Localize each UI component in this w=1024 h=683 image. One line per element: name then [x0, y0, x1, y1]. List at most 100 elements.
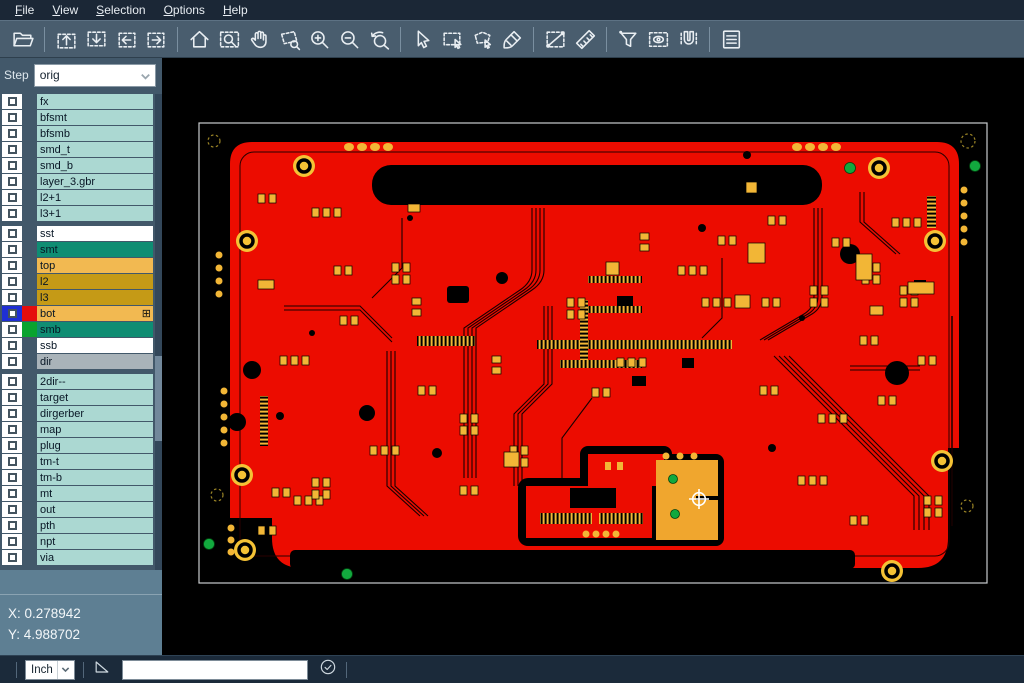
layer-checkbox[interactable] — [2, 502, 22, 517]
layer-row-dirgerber[interactable]: dirgerber — [2, 406, 153, 421]
layer-checkbox[interactable] — [2, 390, 22, 405]
layer-checkbox[interactable] — [2, 354, 22, 369]
layer-row-plug[interactable]: plug — [2, 438, 153, 453]
zoom-previous-button[interactable] — [364, 24, 394, 54]
layer-checkbox[interactable] — [2, 322, 22, 337]
unit-select[interactable]: Inch — [25, 660, 75, 680]
layer-color-swatch — [22, 390, 37, 405]
view-box-button[interactable] — [643, 24, 673, 54]
layer-row-mt[interactable]: mt — [2, 486, 153, 501]
layer-row-target[interactable]: target — [2, 390, 153, 405]
layer-checkbox[interactable] — [2, 518, 22, 533]
select-rect-button[interactable] — [437, 24, 467, 54]
layer-row-tm-b[interactable]: tm-b — [2, 470, 153, 485]
menu-options[interactable]: Options — [155, 1, 214, 19]
grid-icon[interactable]: ⊞ — [142, 309, 151, 319]
select-polygon-button[interactable] — [467, 24, 497, 54]
layer-row-smt[interactable]: smt — [2, 242, 153, 257]
pcb-canvas[interactable] — [162, 58, 1024, 655]
command-input[interactable] — [122, 660, 308, 680]
layer-row-l3p1[interactable]: l3+1 — [2, 206, 153, 221]
layer-checkbox[interactable] — [2, 242, 22, 257]
apply-icon[interactable] — [318, 657, 338, 682]
layer-row-top[interactable]: top — [2, 258, 153, 273]
layer-row-ssb[interactable]: ssb — [2, 338, 153, 353]
open-button[interactable] — [8, 24, 38, 54]
layer-color-swatch — [22, 290, 37, 305]
layer-row-sst[interactable]: sst — [2, 226, 153, 241]
layer-row-l2p1[interactable]: l2+1 — [2, 190, 153, 205]
sidebar-scrollbar[interactable] — [155, 94, 162, 570]
ruler-button[interactable] — [570, 24, 600, 54]
zoom-in-button[interactable] — [304, 24, 334, 54]
layer-checkbox[interactable] — [2, 206, 22, 221]
layer-checkbox[interactable] — [2, 406, 22, 421]
layer-checkbox[interactable] — [2, 190, 22, 205]
layer-checkbox[interactable] — [2, 550, 22, 565]
home-view-button[interactable] — [184, 24, 214, 54]
bottombar-separator — [83, 662, 84, 678]
layer-row-l2[interactable]: l2 — [2, 274, 153, 289]
layer-row-layer_3[interactable]: layer_3.gbr — [2, 174, 153, 189]
layer-checkbox[interactable] — [2, 486, 22, 501]
layer-checkbox[interactable] — [2, 470, 22, 485]
shift-right-button[interactable] — [141, 24, 171, 54]
layer-row-fx[interactable]: fx — [2, 94, 153, 109]
layer-checkbox[interactable] — [2, 338, 22, 353]
shift-left-button[interactable] — [111, 24, 141, 54]
zoom-object-button[interactable] — [274, 24, 304, 54]
select-pointer-button[interactable] — [407, 24, 437, 54]
layer-row-pth[interactable]: pth — [2, 518, 153, 533]
menu-selection[interactable]: Selection — [87, 1, 154, 19]
layer-row-smb[interactable]: smb — [2, 322, 153, 337]
layer-row-bot[interactable]: bot⊞ — [2, 306, 153, 321]
layer-checkbox[interactable] — [2, 274, 22, 289]
layer-color-swatch — [22, 126, 37, 141]
layer-checkbox[interactable] — [2, 306, 22, 321]
layer-row-bfsmb[interactable]: bfsmb — [2, 126, 153, 141]
layer-row-tm-t[interactable]: tm-t — [2, 454, 153, 469]
menu-view[interactable]: View — [43, 1, 87, 19]
layer-row-bfsmt[interactable]: bfsmt — [2, 110, 153, 125]
layer-row-map[interactable]: map — [2, 422, 153, 437]
layer-checkbox[interactable] — [2, 94, 22, 109]
layer-checkbox[interactable] — [2, 258, 22, 273]
layer-row-dir[interactable]: dir — [2, 354, 153, 369]
shift-up-button[interactable] — [51, 24, 81, 54]
layer-checkbox[interactable] — [2, 126, 22, 141]
zoom-out-button[interactable] — [334, 24, 364, 54]
layer-row-smd_t[interactable]: smd_t — [2, 142, 153, 157]
layer-row-npt[interactable]: npt — [2, 534, 153, 549]
layer-color-swatch — [22, 306, 37, 321]
snap-button[interactable] — [673, 24, 703, 54]
layer-row-out[interactable]: out — [2, 502, 153, 517]
layer-row-via[interactable]: via — [2, 550, 153, 565]
layer-checkbox[interactable] — [2, 158, 22, 173]
pan-hand-button[interactable] — [244, 24, 274, 54]
menu-file[interactable]: File — [6, 1, 43, 19]
layer-checkbox[interactable] — [2, 110, 22, 125]
menu-help[interactable]: Help — [214, 1, 257, 19]
step-select[interactable]: orig — [34, 64, 156, 87]
shift-down-button[interactable] — [81, 24, 111, 54]
layer-checkbox[interactable] — [2, 226, 22, 241]
layer-row-2dir[interactable]: 2dir-- — [2, 374, 153, 389]
layer-checkbox[interactable] — [2, 374, 22, 389]
zoom-window-button[interactable] — [214, 24, 244, 54]
layer-color-swatch — [22, 518, 37, 533]
layer-checkbox[interactable] — [2, 454, 22, 469]
corner-measure-icon[interactable] — [92, 657, 112, 682]
layer-checkbox[interactable] — [2, 290, 22, 305]
filter-button[interactable] — [613, 24, 643, 54]
layer-row-l3[interactable]: l3 — [2, 290, 153, 305]
layer-checkbox[interactable] — [2, 174, 22, 189]
scrollbar-thumb[interactable] — [155, 356, 162, 442]
layer-row-smd_b[interactable]: smd_b — [2, 158, 153, 173]
measure-distance-button[interactable] — [540, 24, 570, 54]
layer-checkbox[interactable] — [2, 438, 22, 453]
report-button[interactable] — [716, 24, 746, 54]
layer-checkbox[interactable] — [2, 534, 22, 549]
layer-checkbox[interactable] — [2, 422, 22, 437]
layer-checkbox[interactable] — [2, 142, 22, 157]
clean-brush-button[interactable] — [497, 24, 527, 54]
